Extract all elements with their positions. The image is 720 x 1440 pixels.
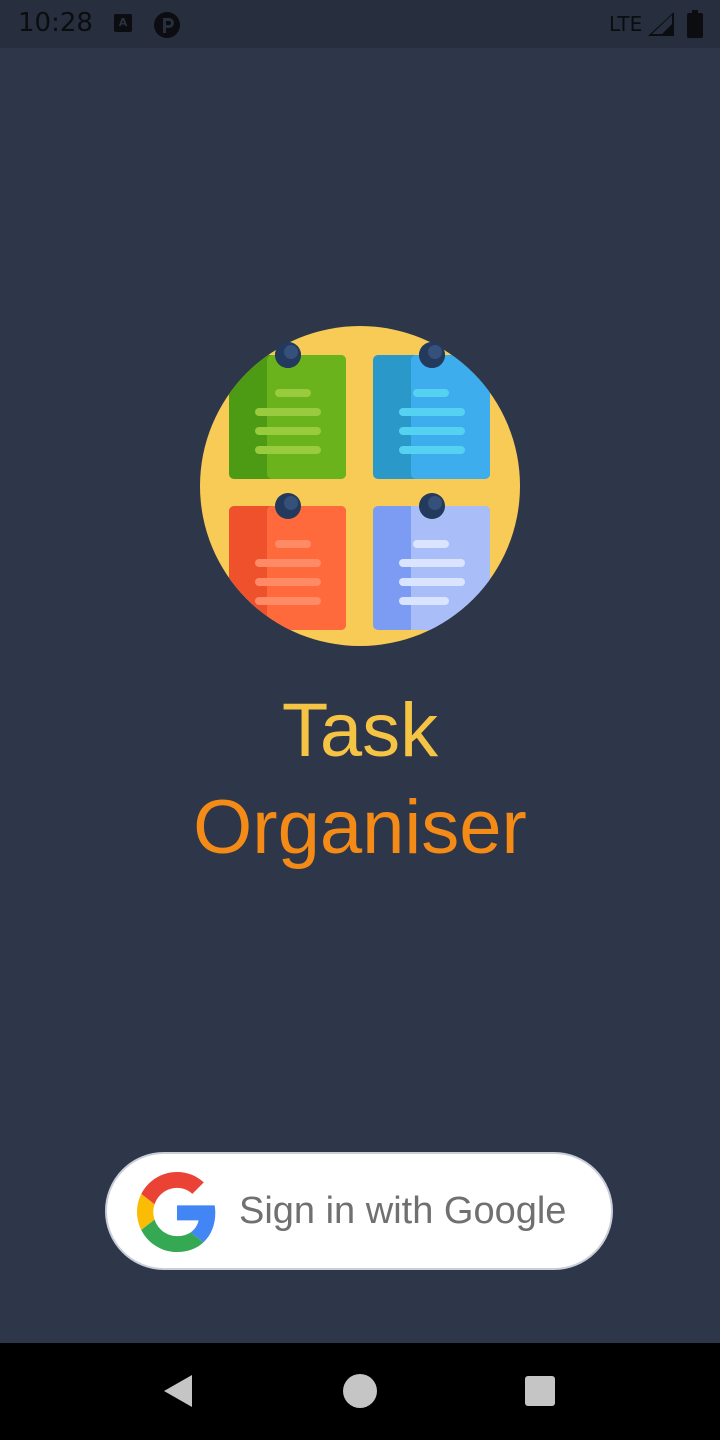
google-g-icon (137, 1172, 216, 1252)
sign-in-label: Sign in with Google (239, 1190, 567, 1232)
recents-square-icon[interactable] (525, 1376, 555, 1406)
p-notification-icon (154, 12, 180, 38)
status-bar: 10:28 A LTE (0, 0, 720, 48)
sign-in-with-google-button[interactable]: Sign in with Google (105, 1152, 613, 1270)
battery-icon (687, 10, 703, 38)
status-time: 10:28 (18, 8, 93, 38)
sticky-notes-icon (200, 326, 520, 646)
network-type: LTE (609, 12, 643, 36)
signal-icon (648, 12, 674, 36)
app-title-line-1: Task (281, 688, 439, 773)
navigation-bar (0, 1343, 720, 1440)
home-circle-icon[interactable] (343, 1374, 377, 1408)
app-title-line-2: Organiser (193, 785, 527, 870)
back-triangle-icon[interactable] (160, 1373, 196, 1409)
a-notification-icon: A (114, 14, 132, 32)
